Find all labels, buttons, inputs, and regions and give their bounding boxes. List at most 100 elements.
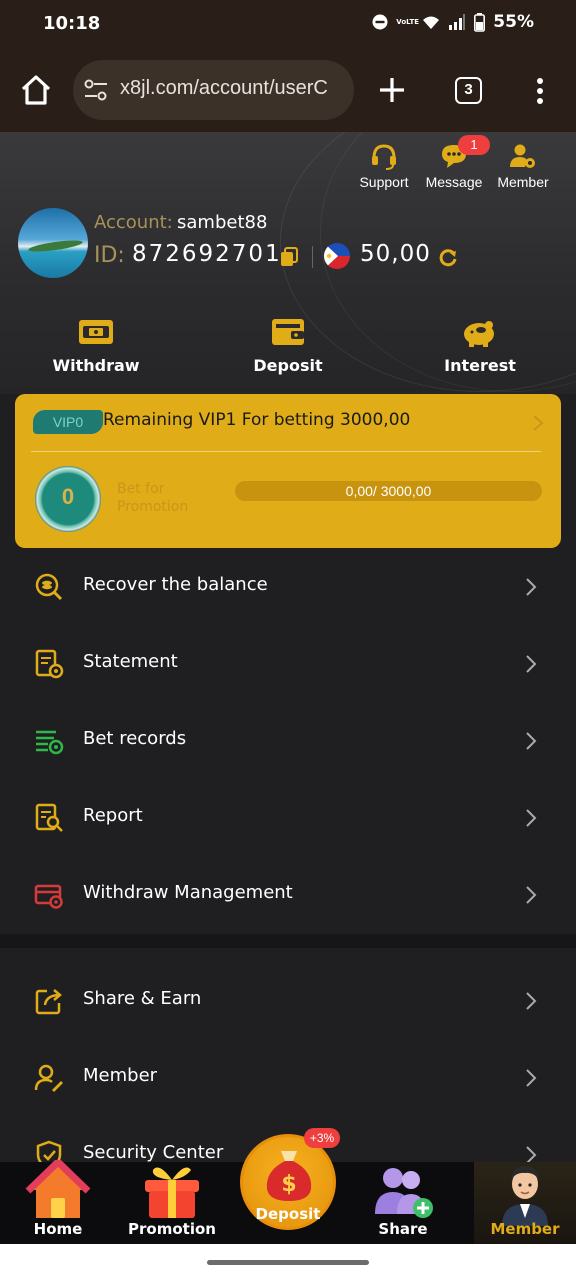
nav-label: Deposit <box>255 1205 321 1223</box>
balance-value: 50,00 <box>360 241 431 267</box>
account-header: Support Message 1 Member Account: sambet… <box>0 132 576 394</box>
headset-icon <box>372 144 396 170</box>
nav-label: Share <box>378 1220 428 1238</box>
volte-label: VoLTE <box>396 17 419 26</box>
nav-home[interactable]: Home <box>8 1160 108 1244</box>
battery-icon <box>474 12 486 32</box>
account-label: Account: <box>94 212 173 233</box>
status-bar: 10:18 VoLTE 55% <box>0 0 576 50</box>
share-icon <box>35 989 62 1015</box>
wallet-icon <box>272 319 304 345</box>
house-icon <box>25 1160 91 1218</box>
withdraw-button[interactable]: Withdraw <box>36 316 156 375</box>
menu-secondary: Share & Earn Member Security Center <box>0 962 576 1162</box>
new-tab-icon[interactable] <box>376 74 408 106</box>
avatar[interactable] <box>18 208 88 278</box>
vip-sub-line2: Promotion <box>117 499 189 515</box>
chevron-right-icon[interactable] <box>532 414 544 432</box>
users-add-icon <box>375 1168 433 1218</box>
vip-progress-bar: 0,00/ 3000,00 <box>235 481 542 501</box>
menu-primary: Recover the balance Statement Bet record… <box>0 548 576 933</box>
chevron-right-icon <box>526 1146 537 1162</box>
nav-label: Home <box>33 1220 83 1238</box>
vip-level-badge: VIP0 <box>33 410 103 434</box>
menu-label: Statement <box>83 651 178 672</box>
home-icon[interactable] <box>18 72 54 108</box>
more-menu-icon[interactable] <box>530 76 550 106</box>
vip-card[interactable]: VIP0 Remaining VIP1 For betting 3000,00 … <box>15 394 561 548</box>
vip-divider <box>31 451 541 452</box>
member-edit-icon <box>34 1064 63 1092</box>
bet-records-icon <box>36 730 64 755</box>
site-settings-icon[interactable] <box>83 79 109 101</box>
money-bag-icon: $ <box>266 1151 312 1201</box>
chevron-right-icon <box>526 655 537 673</box>
menu-label: Recover the balance <box>83 574 268 595</box>
statement-icon <box>35 649 64 679</box>
gift-icon <box>145 1167 199 1218</box>
menu-item-withdraw-management[interactable]: Withdraw Management <box>0 856 576 933</box>
copy-icon[interactable] <box>280 247 298 267</box>
bottom-nav: Home Promotion $ Deposit +3% Share Membe… <box>0 1128 576 1244</box>
deposit-bonus-badge: +3% <box>304 1128 340 1148</box>
nav-share[interactable]: Share <box>353 1162 453 1244</box>
gesture-handle[interactable] <box>207 1260 369 1265</box>
vip-medal-level: 0 <box>61 484 75 509</box>
gesture-bar <box>0 1244 576 1280</box>
chevron-right-icon <box>526 732 537 750</box>
nav-member[interactable]: Member <box>474 1162 576 1244</box>
chevron-right-icon <box>526 578 537 596</box>
menu-item-member[interactable]: Member <box>0 1039 576 1116</box>
member-label: Member <box>497 174 549 190</box>
withdraw-icon <box>79 320 113 344</box>
support-button[interactable]: Support <box>354 142 414 190</box>
tab-switcher-button[interactable]: 3 <box>455 77 482 104</box>
deposit-button[interactable]: Deposit <box>228 316 348 375</box>
vip-sub-label: Bet for Promotion <box>117 480 188 516</box>
message-badge: 1 <box>458 135 490 155</box>
message-label: Message <box>425 174 483 190</box>
nav-promotion[interactable]: Promotion <box>122 1162 222 1244</box>
menu-item-statement[interactable]: Statement <box>0 625 576 702</box>
status-icons: VoLTE 55% <box>372 12 534 32</box>
divider <box>312 246 313 268</box>
menu-label: Member <box>83 1065 158 1086</box>
member-settings-button[interactable]: Member <box>493 142 553 190</box>
refresh-icon[interactable] <box>438 247 458 267</box>
account-body: VIP0 Remaining VIP1 For betting 3000,00 … <box>0 394 576 1162</box>
menu-label: Withdraw Management <box>83 882 293 903</box>
id-value: 872692701 <box>132 241 282 267</box>
menu-item-bet-records[interactable]: Bet records <box>0 702 576 779</box>
deposit-label: Deposit <box>253 356 323 375</box>
account-name: sambet88 <box>177 212 268 233</box>
card-settings-icon <box>34 884 63 909</box>
piggy-bank-icon <box>464 321 494 347</box>
menu-label: Bet records <box>83 728 187 749</box>
report-icon <box>35 803 63 832</box>
browser-toolbar: x8jl.com/account/userC 3 <box>0 50 576 132</box>
url-bar[interactable]: x8jl.com/account/userC <box>73 60 354 120</box>
withdraw-label: Withdraw <box>52 356 140 375</box>
chevron-right-icon <box>526 1069 537 1087</box>
shield-check-icon <box>36 1140 62 1162</box>
menu-label: Report <box>83 805 143 826</box>
vip-medal-icon: 0 <box>35 466 101 532</box>
wifi-icon <box>423 16 440 29</box>
signal-icon <box>449 14 466 30</box>
support-label: Support <box>359 174 409 190</box>
coin-search-icon <box>35 573 63 601</box>
chevron-right-icon <box>526 886 537 904</box>
id-label: ID: <box>94 243 125 268</box>
svg-text:$: $ <box>281 1172 296 1197</box>
menu-item-share-earn[interactable]: Share & Earn <box>0 962 576 1039</box>
menu-label: Share & Earn <box>83 988 202 1009</box>
nav-label: Member <box>490 1220 560 1238</box>
menu-item-report[interactable]: Report <box>0 779 576 856</box>
nav-deposit[interactable]: $ Deposit <box>240 1134 336 1230</box>
menu-item-recover-balance[interactable]: Recover the balance <box>0 548 576 625</box>
avatar-island <box>27 238 84 254</box>
interest-button[interactable]: Interest <box>420 316 540 375</box>
member-avatar-icon <box>502 1166 548 1226</box>
member-gear-icon <box>510 144 535 168</box>
url-text[interactable]: x8jl.com/account/userC <box>120 77 346 100</box>
